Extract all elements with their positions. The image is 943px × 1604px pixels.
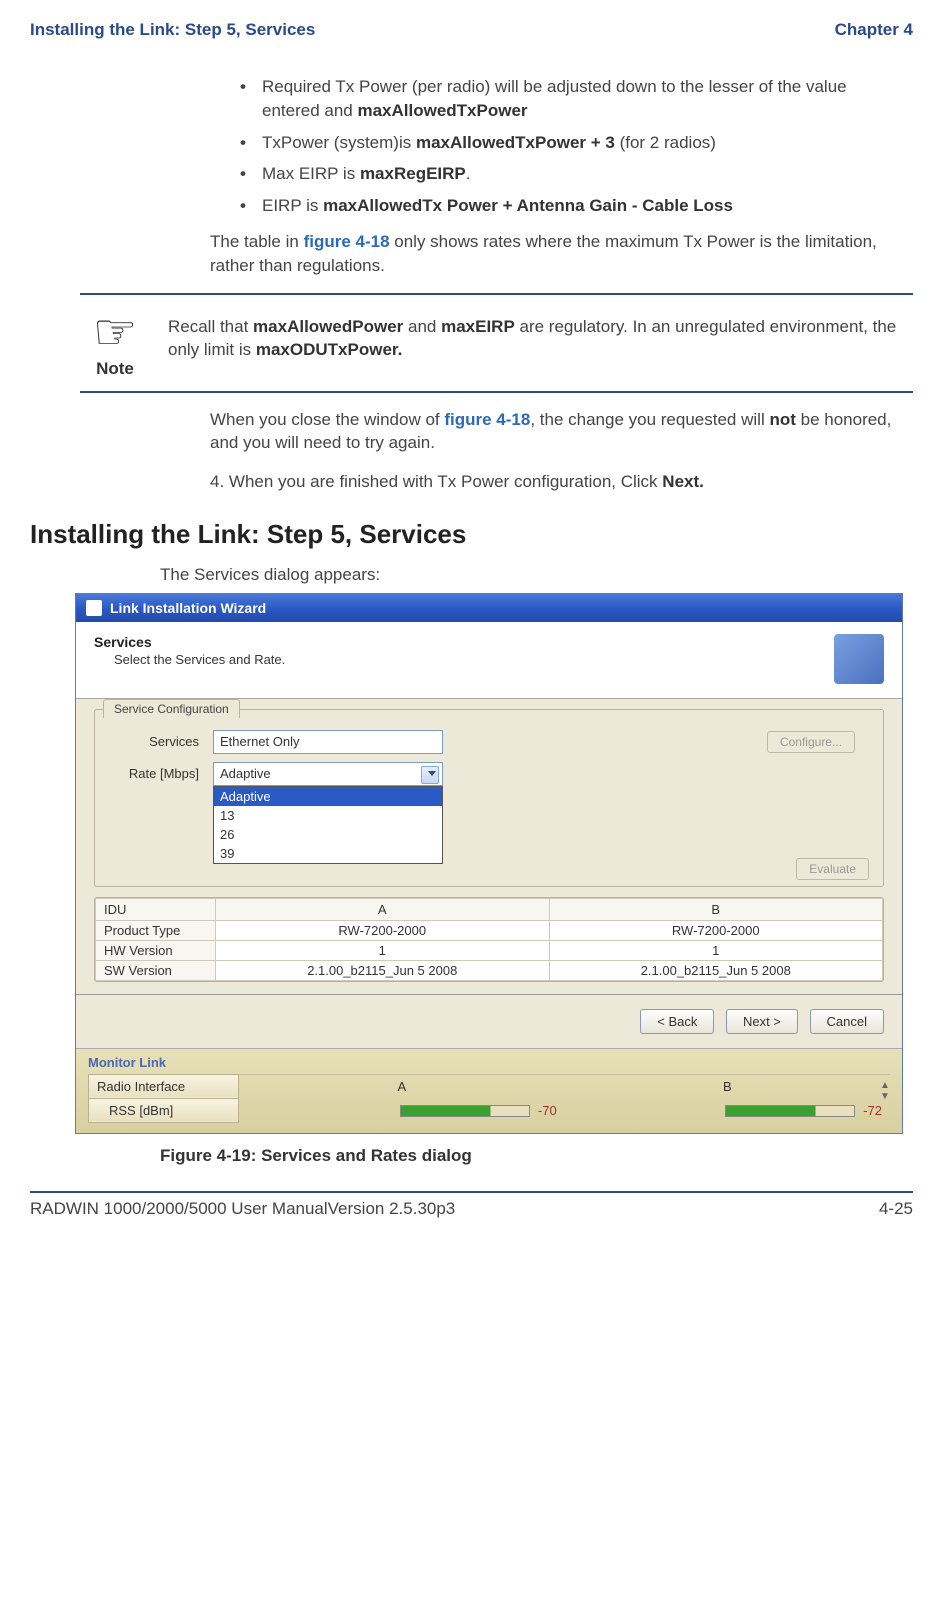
rate-dropdown[interactable]: Adaptive: [213, 762, 443, 786]
evaluate-button[interactable]: Evaluate: [796, 858, 869, 880]
rss-value-a: -70: [239, 1098, 565, 1122]
rate-option[interactable]: Adaptive: [214, 787, 442, 806]
table-row: Product Type RW-7200-2000 RW-7200-2000: [96, 920, 883, 940]
page-header-title: Installing the Link: Step 5, Services: [30, 20, 315, 40]
table-row: HW Version 1 1: [96, 940, 883, 960]
figure-link[interactable]: figure 4-18: [304, 232, 390, 251]
rss-value-b: -72: [565, 1098, 890, 1122]
table-header: IDU: [96, 898, 216, 920]
back-button[interactable]: < Back: [640, 1009, 714, 1034]
bullet-item: TxPower (system)is maxAllowedTxPower + 3…: [240, 131, 903, 155]
table-header: B: [549, 898, 883, 920]
section-heading: Installing the Link: Step 5, Services: [30, 519, 913, 550]
note-hand-icon: ☞: [80, 307, 150, 357]
app-icon: [86, 600, 102, 616]
table-row: SW Version 2.1.00_b2115_Jun 5 2008 2.1.0…: [96, 960, 883, 980]
footer-left: RADWIN 1000/2000/5000 User ManualVersion…: [30, 1199, 455, 1219]
wizard-window: Link Installation Wizard Services Select…: [75, 593, 903, 1134]
rate-option[interactable]: 26: [214, 825, 442, 844]
bullet-list: Required Tx Power (per radio) will be ad…: [210, 75, 903, 218]
label-rate: Rate [Mbps]: [109, 766, 199, 781]
note-label: Note: [80, 359, 150, 379]
banner-logo: [834, 634, 884, 684]
window-titlebar: Link Installation Wizard: [76, 594, 902, 622]
page-header-chapter: Chapter 4: [835, 20, 913, 40]
window-title: Link Installation Wizard: [110, 600, 266, 616]
tab-service-configuration[interactable]: Service Configuration: [103, 699, 240, 718]
rss-label: RSS [dBm]: [89, 1098, 239, 1122]
col-b-header: B: [565, 1074, 890, 1098]
paragraph: The table in figure 4-18 only shows rate…: [210, 230, 903, 278]
monitor-title: Monitor Link: [88, 1055, 890, 1070]
figure-link[interactable]: figure 4-18: [444, 410, 530, 429]
figure-caption: Figure 4-19: Services and Rates dialog: [30, 1146, 913, 1166]
footer-page-number: 4-25: [879, 1199, 913, 1219]
banner-title: Services: [94, 634, 285, 650]
label-services: Services: [109, 734, 199, 749]
configure-button[interactable]: Configure...: [767, 731, 855, 753]
bullet-item: Required Tx Power (per radio) will be ad…: [240, 75, 903, 123]
scrollbar[interactable]: ▲▼: [880, 1080, 896, 1102]
services-input[interactable]: [213, 730, 443, 754]
rate-option[interactable]: 39: [214, 844, 442, 863]
next-button[interactable]: Next >: [726, 1009, 798, 1034]
col-a-header: A: [239, 1074, 565, 1098]
cancel-button[interactable]: Cancel: [810, 1009, 884, 1034]
table-header: A: [216, 898, 550, 920]
note-text: Recall that maxAllowedPower and maxEIRP …: [168, 307, 913, 379]
rate-option[interactable]: 13: [214, 806, 442, 825]
radio-interface-header: Radio Interface: [89, 1074, 239, 1098]
bullet-item: EIRP is maxAllowedTx Power + Antenna Gai…: [240, 194, 903, 218]
banner-subtitle: Select the Services and Rate.: [94, 652, 285, 667]
rate-dropdown-list: Adaptive 13 26 39: [213, 786, 443, 864]
step-4: 4. When you are finished with Tx Power c…: [210, 470, 903, 494]
idu-info-table: IDU A B Product Type RW-7200-2000 RW-720…: [94, 897, 884, 982]
paragraph: When you close the window of figure 4-18…: [210, 408, 903, 456]
bullet-item: Max EIRP is maxRegEIRP.: [240, 162, 903, 186]
intro-text: The Services dialog appears:: [30, 565, 913, 585]
